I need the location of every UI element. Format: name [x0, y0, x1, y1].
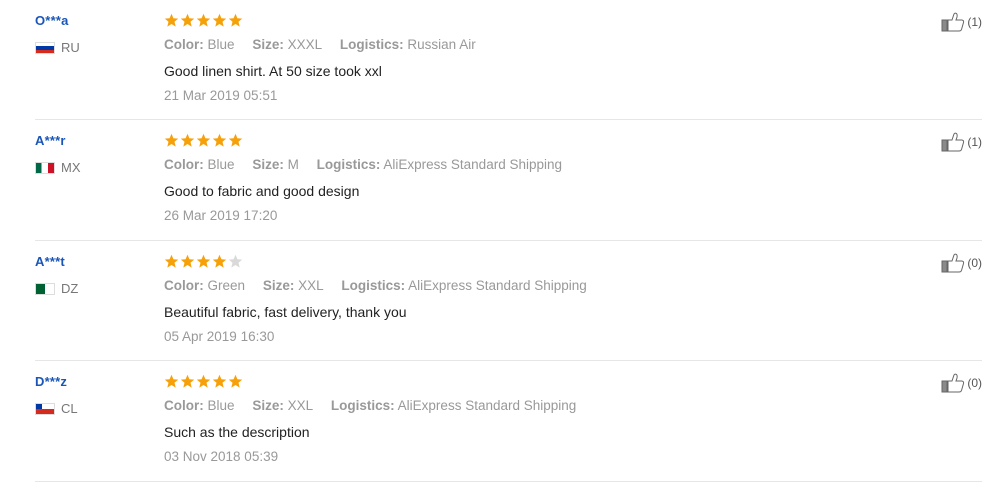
size-value: XXL	[287, 398, 314, 413]
logistics-value: AliExpress Standard Shipping	[408, 278, 587, 293]
logistics-value: AliExpress Standard Shipping	[397, 398, 577, 413]
star-filled-icon	[212, 13, 227, 27]
review-attributes: Color: Blue Size: XXXL Logistics: Russia…	[164, 37, 490, 52]
review-attributes: Color: Blue Size: M Logistics: AliExpres…	[164, 157, 576, 172]
star-rating	[164, 254, 243, 269]
thumbs-up-icon	[941, 132, 965, 152]
helpful-button[interactable]: (1)	[941, 132, 982, 152]
logistics-value: Russian Air	[407, 37, 476, 52]
review-attributes: Color: Blue Size: XXL Logistics: AliExpr…	[164, 398, 590, 413]
thumbs-up-icon	[941, 253, 965, 273]
color-value: Blue	[207, 398, 235, 413]
logistics-value: AliExpress Standard Shipping	[383, 157, 562, 172]
helpful-button[interactable]: (1)	[941, 12, 982, 32]
review-date: 03 Nov 2018 05:39	[164, 449, 279, 464]
color-value: Blue	[207, 37, 235, 52]
flag-cl-icon	[35, 402, 55, 415]
color-label: Color:	[164, 37, 204, 52]
size-label: Size:	[262, 278, 295, 293]
review-attributes: Color: Green Size: XXL Logistics: AliExp…	[164, 278, 601, 293]
thumbs-up-icon	[941, 373, 965, 393]
star-rating	[164, 133, 243, 148]
review-date: 21 Mar 2019 05:51	[164, 88, 278, 103]
helpful-count: (1)	[967, 135, 982, 149]
star-filled-icon	[228, 374, 243, 388]
star-filled-icon	[180, 374, 195, 388]
logistics-label: Logistics:	[330, 398, 395, 413]
reviewer-name[interactable]: A***r	[35, 133, 66, 148]
star-filled-icon	[212, 133, 227, 147]
star-filled-icon	[228, 133, 243, 147]
review-comment: Beautiful fabric, fast delivery, thank y…	[164, 304, 407, 320]
review-item: D***z CL Color: Blue Size: XXL Logistics…	[35, 361, 982, 482]
star-rating	[164, 13, 243, 28]
star-filled-icon	[196, 13, 211, 27]
reviewer-country: RU	[35, 40, 80, 55]
reviewer-name[interactable]: O***a	[35, 13, 69, 28]
star-filled-icon	[212, 374, 227, 388]
country-code: MX	[61, 160, 81, 175]
flag-mx-icon	[35, 161, 55, 174]
flag-ru-icon	[35, 41, 55, 54]
star-filled-icon	[164, 133, 179, 147]
star-filled-icon	[196, 133, 211, 147]
review-item: O***a RU Color: Blue Size: XXXL Logistic…	[35, 0, 982, 120]
star-filled-icon	[164, 374, 179, 388]
review-date: 05 Apr 2019 16:30	[164, 329, 275, 344]
review-comment: Such as the description	[164, 424, 310, 440]
star-empty-icon	[228, 254, 243, 268]
size-value: M	[287, 157, 299, 172]
logistics-label: Logistics:	[341, 278, 406, 293]
logistics-label: Logistics:	[339, 37, 404, 52]
size-label: Size:	[252, 398, 284, 413]
review-item: A***t DZ Color: Green Size: XXL Logistic…	[35, 241, 982, 361]
color-label: Color:	[164, 157, 204, 172]
size-label: Size:	[252, 157, 284, 172]
star-filled-icon	[212, 254, 227, 268]
review-list: O***a RU Color: Blue Size: XXXL Logistic…	[0, 0, 1000, 482]
review-comment: Good to fabric and good design	[164, 183, 360, 199]
size-label: Size:	[252, 37, 284, 52]
star-filled-icon	[164, 13, 179, 27]
helpful-button[interactable]: (0)	[941, 373, 982, 393]
reviewer-country: DZ	[35, 281, 78, 296]
star-filled-icon	[228, 13, 243, 27]
reviewer-country: CL	[35, 401, 78, 416]
color-value: Green	[207, 278, 246, 293]
size-value: XXL	[298, 278, 324, 293]
review-date: 26 Mar 2019 17:20	[164, 208, 278, 223]
star-rating	[164, 374, 243, 389]
helpful-button[interactable]: (0)	[941, 253, 982, 273]
country-code: RU	[61, 40, 80, 55]
thumbs-up-icon	[941, 12, 965, 32]
star-filled-icon	[180, 133, 195, 147]
star-filled-icon	[196, 374, 211, 388]
helpful-count: (0)	[967, 376, 982, 390]
reviewer-country: MX	[35, 160, 81, 175]
star-filled-icon	[180, 254, 195, 268]
country-code: DZ	[61, 281, 79, 296]
reviewer-name[interactable]: A***t	[35, 254, 65, 269]
star-filled-icon	[196, 254, 211, 268]
size-value: XXXL	[287, 37, 323, 52]
color-value: Blue	[207, 157, 235, 172]
helpful-count: (1)	[967, 15, 982, 29]
color-label: Color:	[164, 398, 204, 413]
reviewer-name[interactable]: D***z	[35, 374, 67, 389]
star-filled-icon	[180, 13, 195, 27]
color-label: Color:	[164, 278, 204, 293]
review-item: A***r MX Color: Blue Size: M Logistics: …	[35, 120, 982, 241]
flag-dz-icon	[35, 282, 55, 295]
star-filled-icon	[164, 254, 179, 268]
review-comment: Good linen shirt. At 50 size took xxl	[164, 63, 382, 79]
helpful-count: (0)	[967, 256, 982, 270]
country-code: CL	[61, 401, 78, 416]
logistics-label: Logistics:	[316, 157, 381, 172]
